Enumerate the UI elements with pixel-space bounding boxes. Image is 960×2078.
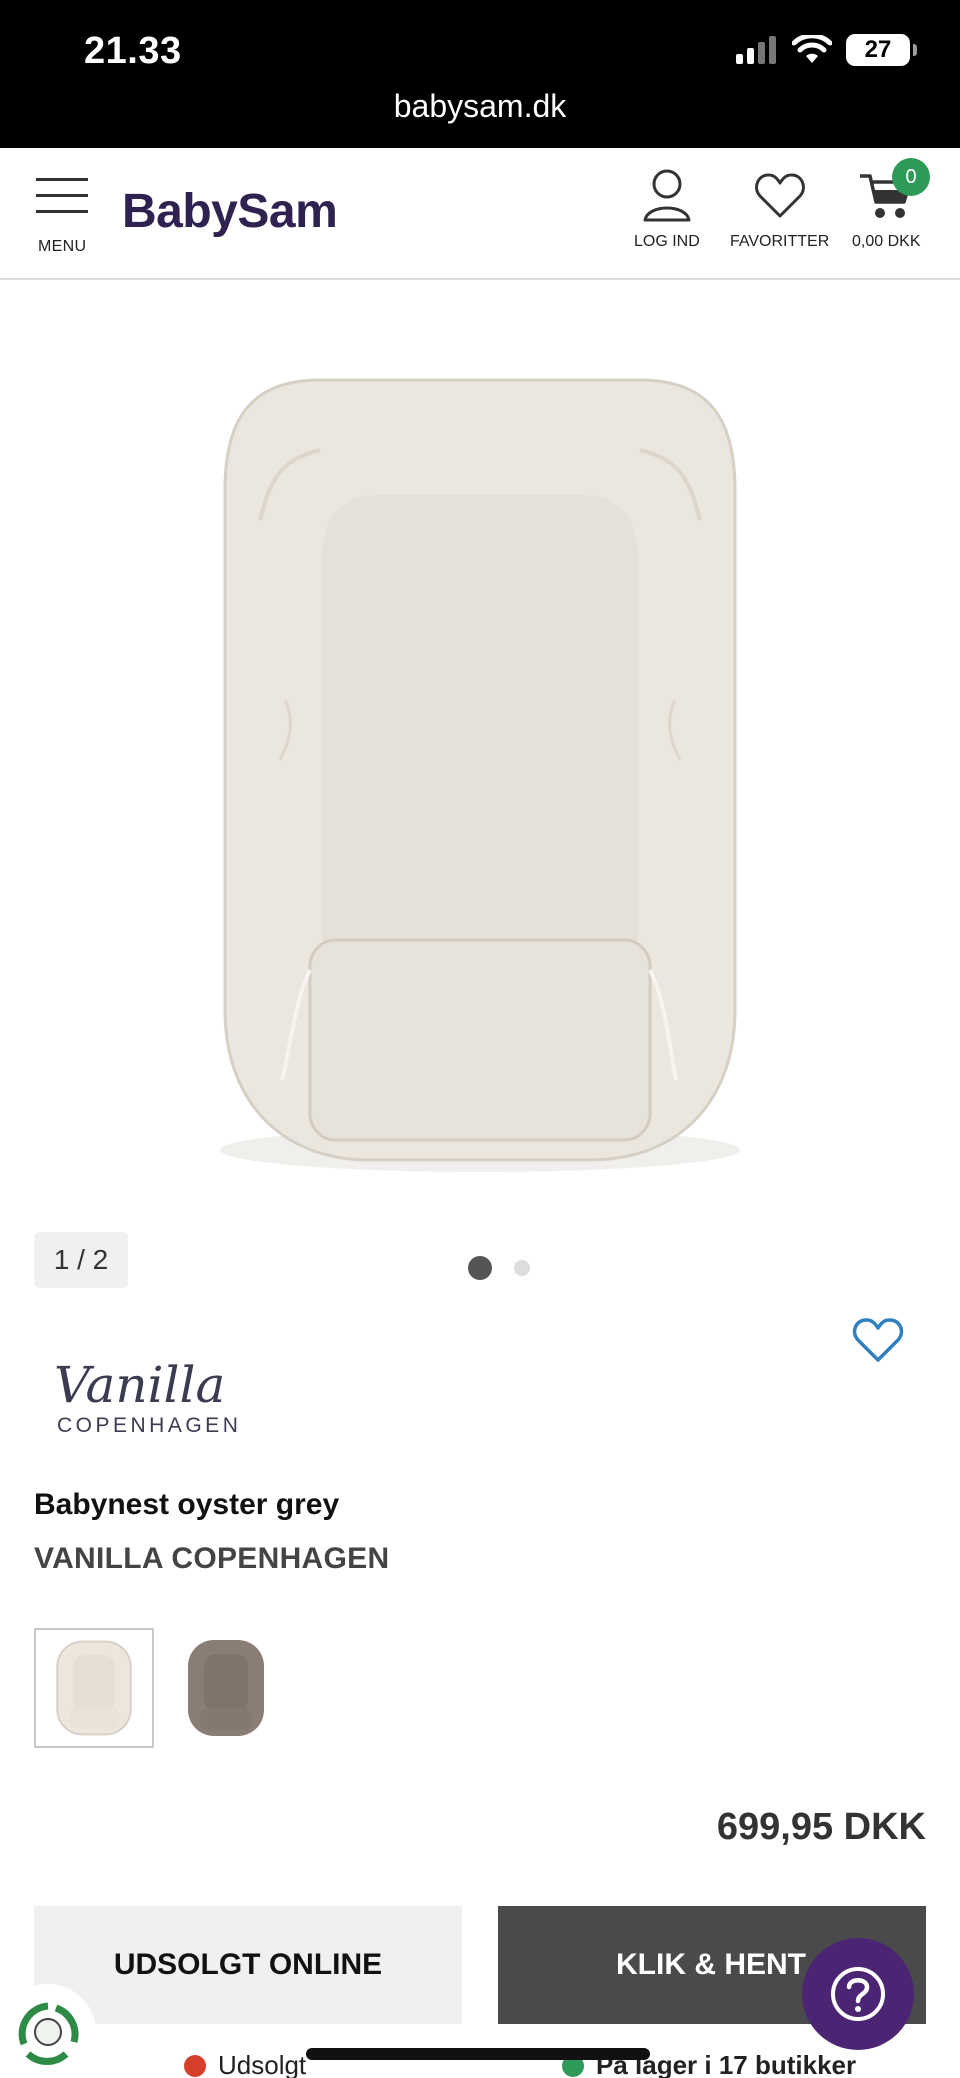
favorites-button[interactable]: FAVORITTER: [730, 168, 829, 251]
swatch-thumbnail: [56, 1640, 132, 1736]
status-icons: 27: [736, 34, 917, 66]
home-indicator[interactable]: [306, 2048, 650, 2060]
hamburger-icon: [36, 178, 88, 213]
heart-icon: [754, 173, 805, 218]
product-image[interactable]: [170, 360, 790, 1180]
url-bar[interactable]: babysam.dk: [0, 88, 960, 125]
battery-indicator: 27: [846, 34, 917, 66]
stock-online-label: Udsolgt: [218, 2050, 307, 2078]
recycle-icon: [18, 2002, 79, 2065]
stock-online: Udsolgt: [184, 2050, 306, 2078]
product-brand[interactable]: VANILLA COPENHAGEN: [34, 1542, 389, 1576]
brand-logo-sub: COPENHAGEN: [57, 1414, 242, 1437]
brand-logo[interactable]: Vanilla COPENHAGEN: [34, 1350, 254, 1450]
product-price: 699,95 DKK: [716, 1806, 926, 1848]
site-logo[interactable]: BabySam: [122, 184, 338, 239]
stock-online-dot: [184, 2054, 206, 2077]
swatch-thumbnail: [188, 1640, 264, 1736]
product-title: Babynest oyster grey: [34, 1488, 340, 1521]
cart-total: 0,00 DKK: [852, 233, 921, 250]
user-icon: [643, 169, 691, 222]
wifi-icon: [792, 35, 832, 63]
cart-count-badge: 0: [892, 158, 930, 196]
carousel-dot-2[interactable]: [514, 1260, 530, 1276]
menu-button[interactable]: [36, 178, 88, 226]
help-button[interactable]: [802, 1938, 914, 2050]
status-time: 21.33: [84, 30, 182, 72]
favorites-label: FAVORITTER: [730, 233, 830, 250]
status-bar: 21.33 27 babysam.dk: [0, 0, 960, 148]
brand-logo-name: Vanilla: [54, 1356, 226, 1414]
signal-icon: [736, 36, 776, 64]
image-counter: 1 / 2: [34, 1232, 128, 1288]
login-label: LOG IND: [634, 233, 700, 250]
menu-label: MENU: [38, 238, 87, 255]
soldout-online-button[interactable]: UDSOLGT ONLINE: [34, 1906, 462, 2024]
help-icon: [831, 1967, 885, 2021]
site-header: MENU BabySam LOG IND FAVORITTER 0,00 DKK: [0, 148, 960, 280]
carousel-dot-1[interactable]: [468, 1256, 492, 1280]
swatch-brown[interactable]: [166, 1628, 286, 1748]
favorite-heart-icon[interactable]: [852, 1316, 904, 1364]
eco-badge[interactable]: [0, 1984, 96, 2078]
swatch-oyster-grey[interactable]: [34, 1628, 154, 1748]
login-button[interactable]: LOG IND: [634, 168, 700, 251]
